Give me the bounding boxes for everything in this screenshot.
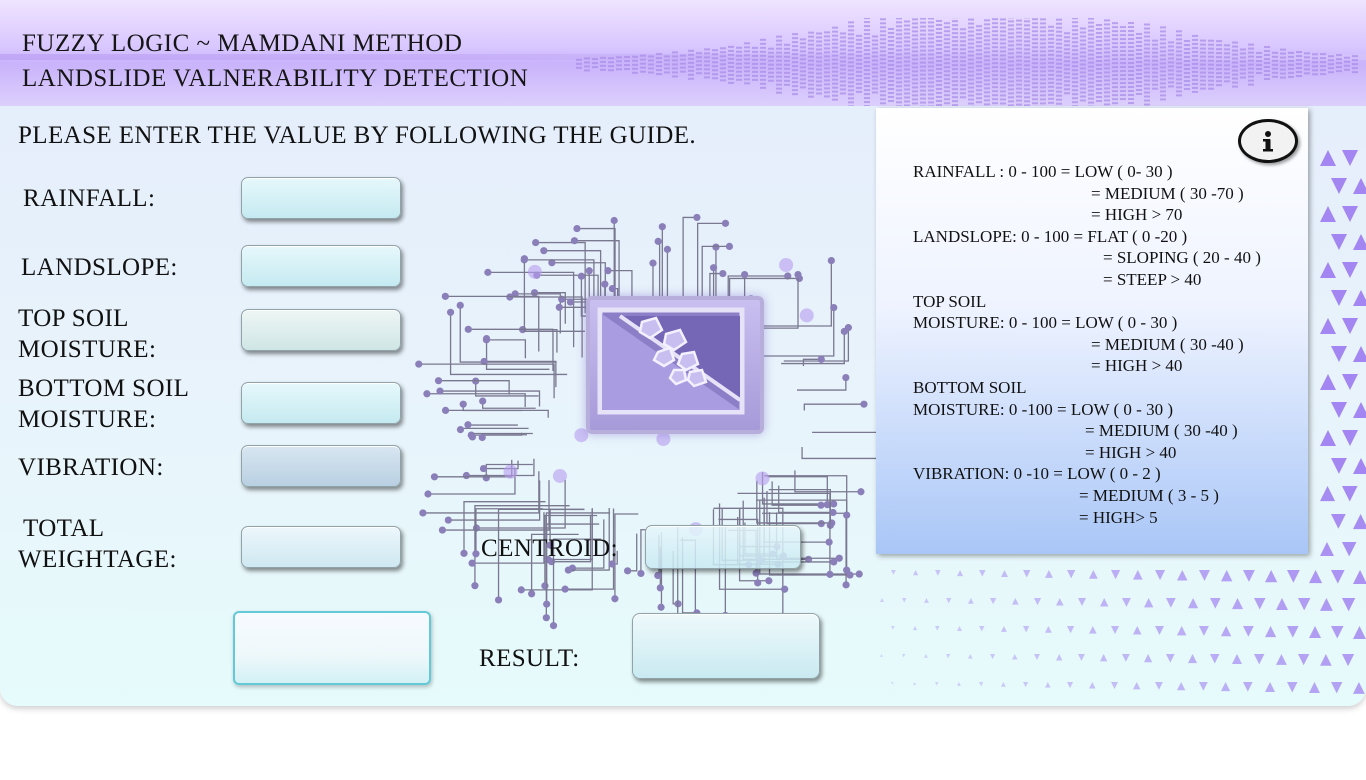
guide-line: = HIGH> 5: [1079, 507, 1158, 527]
audio-wave-decoration: [576, 18, 1358, 106]
guide-line: = HIGH > 40: [1085, 442, 1177, 462]
bottom-soil-moisture-input[interactable]: [241, 382, 401, 424]
guide-line: TOP SOIL: [913, 291, 987, 311]
guide-line: = MEDIUM ( 30 -40 ): [1091, 334, 1244, 354]
bottom-soil-label-line1: BOTTOM SOIL: [18, 375, 190, 402]
app-subtitle: LANDSLIDE VALNERABILITY DETECTION: [22, 65, 529, 92]
total-weightage-label: TOTAL WEIGHTAGE:: [18, 513, 177, 575]
top-soil-moisture-input[interactable]: [241, 309, 401, 351]
guide-line: LANDSLOPE: 0 - 100 = FLAT ( 0 -20 ): [913, 226, 1188, 246]
bottom-soil-moisture-label: BOTTOM SOIL MOISTURE:: [18, 373, 189, 435]
vibration-input[interactable]: [241, 445, 401, 487]
guide-line: = STEEP > 40: [1103, 269, 1202, 289]
rainfall-label: RAINFALL:: [23, 185, 156, 212]
result-output[interactable]: [632, 613, 820, 679]
calculate-button[interactable]: [233, 611, 431, 685]
total-weightage-label-line1: TOTAL: [23, 515, 105, 542]
guide-line: BOTTOM SOIL: [913, 377, 1027, 397]
guide-line: = HIGH > 70: [1091, 205, 1183, 225]
guide-line: = SLOPING ( 20 - 40 ): [1103, 248, 1261, 268]
centroid-input[interactable]: [645, 525, 801, 569]
guide-line: MOISTURE: 0 - 100 = LOW ( 0 - 30 ): [913, 313, 1178, 333]
guide-line: VIBRATION: 0 -10 = LOW ( 0 - 2 ): [913, 464, 1161, 484]
guide-line: = MEDIUM ( 30 -40 ): [1085, 421, 1238, 441]
header: FUZZY LOGIC ~ MAMDANI METHOD LANDSLIDE V…: [0, 0, 1366, 106]
guide-line: = MEDIUM ( 3 - 5 ): [1079, 485, 1219, 505]
top-soil-label-line1: TOP SOIL: [18, 305, 129, 332]
app-window: FUZZY LOGIC ~ MAMDANI METHOD LANDSLIDE V…: [0, 0, 1366, 706]
total-weightage-label-line2: WEIGHTAGE:: [18, 546, 177, 573]
rainfall-input[interactable]: [241, 177, 401, 219]
top-soil-moisture-label: TOP SOIL MOISTURE:: [18, 303, 156, 365]
input-guide-panel: RAINFALL : 0 - 100 = LOW ( 0- 30 ) = MEDI…: [876, 108, 1308, 554]
info-icon: [1263, 131, 1273, 152]
vibration-label: VIBRATION:: [18, 454, 164, 481]
guide-line: = MEDIUM ( 30 -70 ): [1091, 183, 1244, 203]
result-label: RESULT:: [479, 645, 580, 672]
landslide-icon: [586, 296, 764, 434]
landslope-label: LANDSLOPE:: [21, 254, 178, 281]
landslope-input[interactable]: [241, 245, 401, 287]
guide-text: RAINFALL : 0 - 100 = LOW ( 0- 30 ) = MEDI…: [913, 161, 1261, 528]
app-title: FUZZY LOGIC ~ MAMDANI METHOD: [22, 30, 463, 57]
info-button[interactable]: [1238, 119, 1298, 163]
bottom-soil-label-line2: MOISTURE:: [18, 406, 157, 433]
top-soil-label-line2: MOISTURE:: [18, 336, 157, 363]
centroid-label: CENTROID:: [481, 535, 618, 562]
total-weightage-input[interactable]: [241, 526, 401, 568]
guide-line: MOISTURE: 0 -100 = LOW ( 0 - 30 ): [913, 399, 1173, 419]
guide-line: RAINFALL : 0 - 100 = LOW ( 0- 30 ): [913, 162, 1173, 181]
guide-line: = HIGH > 40: [1091, 356, 1183, 376]
instruction-text: PLEASE ENTER THE VALUE BY FOLLOWING THE …: [18, 122, 697, 149]
